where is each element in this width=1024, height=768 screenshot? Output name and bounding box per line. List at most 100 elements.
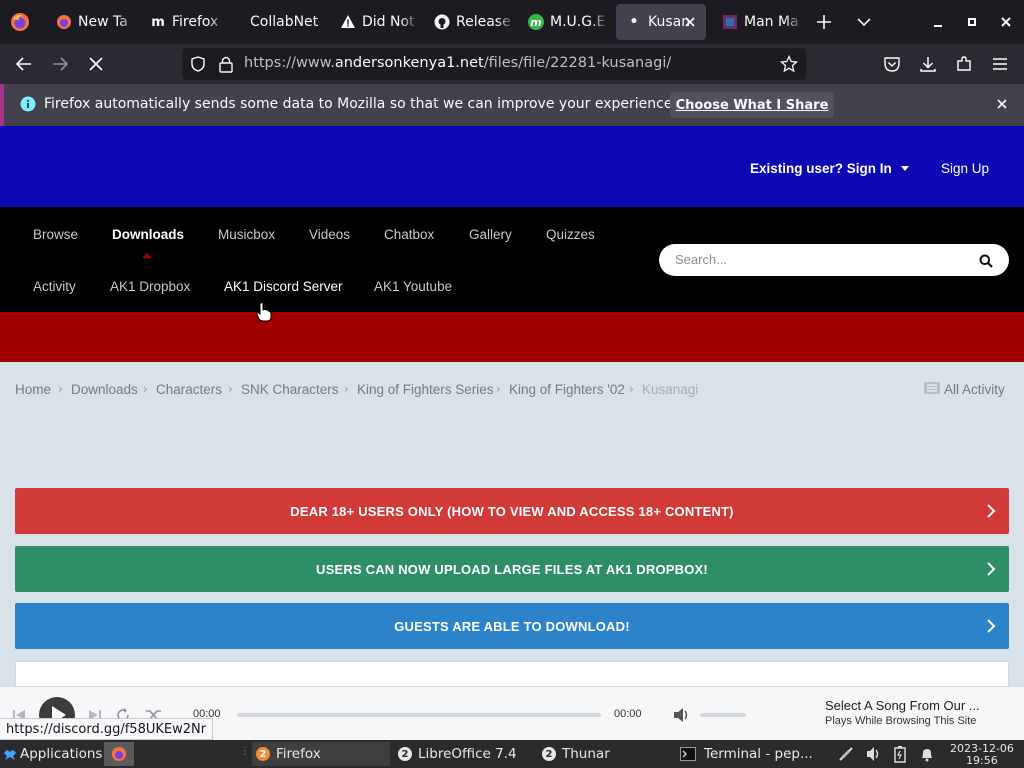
chevron-right-icon: ›: [629, 382, 634, 396]
task-firefox[interactable]: 2 Firefox: [252, 742, 390, 766]
stop-loading-icon[interactable]: [84, 52, 108, 76]
tab-new-tab[interactable]: New Ta: [46, 4, 138, 40]
mugen-icon: m: [528, 14, 544, 30]
lock-icon[interactable]: [218, 55, 234, 77]
chevron-right-icon: ›: [143, 382, 148, 396]
search-input[interactable]: Search...: [659, 244, 1009, 276]
extensions-icon[interactable]: [952, 52, 976, 76]
breadcrumb-kof-series[interactable]: King of Fighters Series: [357, 382, 494, 397]
nav-browse[interactable]: Browse: [33, 227, 78, 242]
nav-musicbox[interactable]: Musicbox: [218, 227, 275, 242]
chevron-right-icon: ›: [228, 382, 233, 396]
back-arrow-icon[interactable]: [12, 52, 36, 76]
breadcrumb-home[interactable]: Home: [15, 382, 51, 397]
hamburger-menu-icon[interactable]: [988, 52, 1012, 76]
network-icon[interactable]: [838, 746, 854, 766]
nav-chatbox[interactable]: Chatbox: [384, 227, 434, 242]
banner-upload-large-files[interactable]: USERS CAN NOW UPLOAD LARGE FILES AT AK1 …: [15, 546, 1009, 592]
song-subtitle: Plays While Browsing This Site: [825, 715, 977, 727]
pocket-icon[interactable]: [880, 52, 904, 76]
task-thunar[interactable]: 2 Thunar: [540, 742, 610, 766]
url-text: https://www.andersonkenya1.net/files/fil…: [244, 55, 672, 71]
chevron-right-icon: [987, 504, 996, 518]
close-tab-icon[interactable]: [682, 14, 698, 30]
taskbar: Applications ⋮ 2 Firefox 2 LibreOffice 7…: [0, 740, 1024, 768]
progress-slider[interactable]: [237, 713, 601, 717]
sign-in-link[interactable]: Existing user? Sign In: [750, 161, 910, 176]
close-notification-icon[interactable]: [994, 96, 1010, 116]
nav-downloads[interactable]: Downloads: [112, 227, 184, 242]
tracking-shield-icon[interactable]: [190, 56, 206, 76]
banner-text: DEAR 18+ USERS ONLY (HOW TO VIEW AND ACC…: [290, 503, 734, 519]
banner-18-plus[interactable]: DEAR 18+ USERS ONLY (HOW TO VIEW AND ACC…: [15, 488, 1009, 534]
song-title: Select A Song From Our ...: [825, 698, 980, 713]
applications-label: Applications: [20, 746, 103, 762]
task-terminal[interactable]: Terminal - pep...: [680, 742, 813, 766]
separator-handle: ⋮: [240, 746, 250, 757]
url-bar[interactable]: https://www.andersonkenya1.net/files/fil…: [182, 48, 806, 80]
applications-menu[interactable]: Applications: [3, 742, 102, 766]
breadcrumb-snk-characters[interactable]: SNK Characters: [241, 382, 339, 397]
task-label: LibreOffice 7.4: [418, 746, 517, 762]
tab-collabnet[interactable]: CollabNet: [234, 4, 326, 40]
dot-icon: •: [629, 14, 639, 30]
info-icon: [20, 96, 36, 116]
notification-bell-icon[interactable]: [919, 746, 935, 766]
chevron-right-icon: [987, 562, 996, 576]
breadcrumb-characters[interactable]: Characters: [156, 382, 222, 397]
tab-man-ma[interactable]: Man Ma: [712, 4, 804, 40]
breadcrumb-kusanagi: Kusanagi: [642, 382, 699, 397]
forward-arrow-icon[interactable]: [48, 52, 72, 76]
firefox-icon: [56, 14, 72, 30]
tab-strip: New Ta m Firefox CollabNet Did Not Relea…: [0, 0, 1024, 44]
maximize-icon[interactable]: [964, 14, 980, 30]
volume-slider[interactable]: [700, 713, 746, 717]
firefox-menu-icon[interactable]: [10, 12, 30, 32]
github-icon: [434, 14, 450, 30]
nav-activity[interactable]: Activity: [33, 279, 76, 294]
tab-kusanagi[interactable]: • Kusan: [616, 4, 706, 40]
notification-bar: Firefox automatically sends some data to…: [0, 84, 1024, 126]
downloads-icon[interactable]: [916, 52, 940, 76]
chevron-right-icon: ›: [58, 382, 63, 396]
window-count-badge: 2: [542, 747, 556, 761]
minimize-icon[interactable]: [930, 14, 946, 30]
list-tabs-chevron-icon[interactable]: [854, 12, 874, 32]
tab-mugen[interactable]: m M.U.G.E: [518, 4, 610, 40]
tab-firefox[interactable]: m Firefox: [140, 4, 228, 40]
chevron-right-icon: ›: [496, 382, 501, 396]
nav-ak1-youtube[interactable]: AK1 Youtube: [374, 279, 452, 294]
web-page: Existing user? Sign In Sign Up Browse Do…: [0, 126, 1024, 740]
nav-ak1-discord-server[interactable]: AK1 Discord Server: [224, 279, 343, 294]
nav-ak1-dropbox[interactable]: AK1 Dropbox: [110, 279, 190, 294]
breadcrumb-downloads[interactable]: Downloads: [71, 382, 138, 397]
sign-up-link[interactable]: Sign Up: [941, 161, 989, 176]
window-count-badge: 2: [256, 747, 270, 761]
notification-text: Firefox automatically sends some data to…: [44, 96, 677, 112]
speaker-icon[interactable]: [866, 746, 882, 766]
nav-quizzes[interactable]: Quizzes: [546, 227, 595, 242]
navigation-toolbar: https://www.andersonkenya1.net/files/fil…: [0, 44, 1024, 84]
banner-guests-download[interactable]: GUESTS ARE ABLE TO DOWNLOAD!: [15, 603, 1009, 649]
nav-videos[interactable]: Videos: [309, 227, 350, 242]
tab-did-not[interactable]: Did Not: [330, 4, 420, 40]
close-window-icon[interactable]: [998, 14, 1014, 30]
chevron-right-icon: [987, 619, 996, 633]
nav-gallery[interactable]: Gallery: [469, 227, 512, 242]
new-tab-plus-icon[interactable]: [814, 12, 834, 32]
all-activity-link[interactable]: All Activity: [924, 382, 1005, 397]
xfce-mouse-icon: [4, 750, 16, 760]
battery-icon[interactable]: [894, 745, 906, 767]
choose-what-i-share-button[interactable]: Choose What I Share: [670, 92, 834, 118]
search-placeholder: Search...: [675, 252, 728, 267]
tab-release[interactable]: Release: [424, 4, 516, 40]
firefox-icon: [112, 747, 126, 761]
search-icon[interactable]: [979, 253, 993, 272]
breadcrumb-kof-02[interactable]: King of Fighters '02: [509, 382, 625, 397]
taskbar-firefox-launcher[interactable]: [104, 742, 134, 766]
chevron-right-icon: ›: [344, 382, 349, 396]
bookmark-star-icon[interactable]: [779, 54, 799, 77]
clock-time[interactable]: 19:56: [966, 754, 998, 767]
volume-icon[interactable]: [673, 707, 691, 728]
task-libreoffice[interactable]: 2 LibreOffice 7.4: [396, 742, 517, 766]
